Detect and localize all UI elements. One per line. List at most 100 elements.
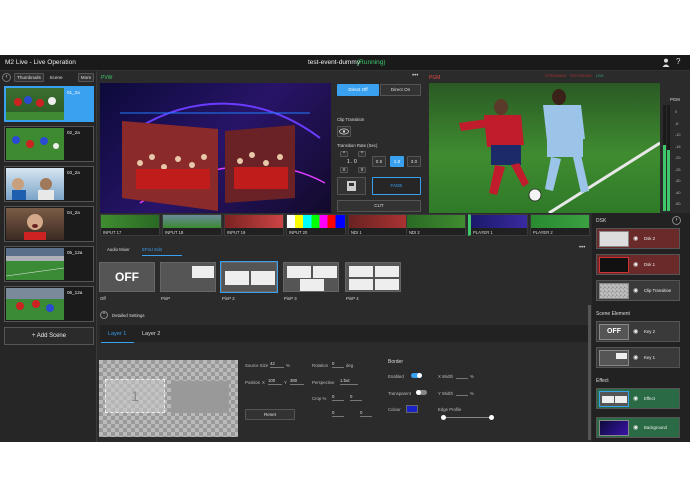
eye-icon[interactable]: ◉: [633, 287, 638, 294]
rate-down-1[interactable]: v: [340, 167, 348, 173]
user-icon[interactable]: [662, 58, 670, 67]
effect-item-background[interactable]: ◉ Background: [596, 417, 680, 438]
scene-item[interactable]: 03_2a: [4, 166, 94, 202]
source-input-17[interactable]: INPUT 17: [100, 214, 160, 236]
pattern-pinp-4[interactable]: [345, 262, 401, 292]
rotation-input[interactable]: 0: [332, 361, 344, 368]
pattern-pinp[interactable]: [160, 262, 216, 292]
direct-on-button[interactable]: Direct On: [380, 84, 421, 96]
rate-up-1[interactable]: ^: [340, 151, 348, 157]
collapse-detailed-icon[interactable]: ^: [100, 311, 108, 319]
direct-off-button[interactable]: Direct Off: [337, 84, 379, 96]
position-x-input[interactable]: 100: [268, 378, 282, 385]
scale-tick: 0: [675, 110, 678, 114]
position-y-input[interactable]: 380: [290, 378, 304, 385]
crop-input-3[interactable]: 0: [332, 410, 344, 417]
source-ndi-1[interactable]: NDI 1: [348, 214, 408, 236]
dsk-2-thumbnail: [599, 231, 629, 247]
colour-swatch[interactable]: [406, 405, 418, 413]
scene-item[interactable]: 01_2a: [4, 86, 94, 122]
scene-item[interactable]: 06_12a: [4, 286, 94, 322]
scene-name: 03_2a: [67, 170, 80, 175]
tab-layer-1[interactable]: Layer 1: [108, 331, 126, 337]
scale-tick: -6: [675, 121, 679, 126]
edge-profile-handle-right[interactable]: [489, 415, 494, 420]
dsk-title: DSK: [596, 218, 607, 224]
mixer-more-icon[interactable]: •••: [579, 245, 585, 251]
scale-tick: -50: [675, 202, 681, 206]
dsk-item-clip-transition[interactable]: ◉ Clip Transition: [596, 280, 680, 301]
rate-up-2[interactable]: ^: [358, 151, 366, 157]
eye-icon[interactable]: ◉: [633, 261, 638, 268]
eye-icon[interactable]: ◉: [633, 424, 638, 431]
transition-type-icon[interactable]: [337, 177, 366, 195]
source-label: INPUT 18: [165, 230, 184, 235]
tab-layer-2[interactable]: Layer 2: [142, 331, 160, 337]
eye-icon[interactable]: ◉: [633, 235, 638, 242]
tab-epou-edit[interactable]: EPoU Edit: [142, 247, 162, 252]
add-scene-button[interactable]: + Add Scene: [4, 327, 94, 345]
source-player-1[interactable]: PLAYER 1: [468, 214, 528, 236]
source-input-20[interactable]: INPUT 20: [286, 214, 346, 236]
source-input-19[interactable]: INPUT 19: [224, 214, 284, 236]
help-icon[interactable]: ?: [676, 57, 680, 66]
crop-input-2[interactable]: 0: [350, 394, 362, 401]
eye-icon[interactable]: ◉: [633, 328, 638, 335]
scene-item[interactable]: 04_2a: [4, 206, 94, 242]
x-width-input[interactable]: [456, 372, 468, 379]
dsk-item-dsk-2[interactable]: ◉ Dsk 2: [596, 228, 680, 249]
transparent-toggle[interactable]: [416, 390, 427, 395]
rate-down-2[interactable]: v: [358, 167, 366, 173]
source-player-2[interactable]: PLAYER 2: [530, 214, 590, 236]
source-ndi-2[interactable]: NDI 2: [406, 214, 466, 236]
tab-audio-mixer[interactable]: Audio Mixer: [107, 247, 130, 252]
dsk-expand-icon[interactable]: ›: [672, 216, 681, 225]
reset-button[interactable]: Reset: [245, 409, 295, 420]
pattern-off[interactable]: OFF: [99, 262, 155, 292]
pattern-pinp-2[interactable]: [220, 261, 278, 293]
scene-item[interactable]: 05_12a: [4, 246, 94, 282]
scene-element-key-2[interactable]: OFF ◉ Key 2: [596, 321, 680, 342]
layer-2-box[interactable]: [171, 381, 229, 413]
scene-element-key-1[interactable]: ◉ Key 1: [596, 347, 680, 368]
source-size-label: Source Size: [245, 363, 269, 368]
eye-icon[interactable]: [337, 126, 351, 137]
effect-item-effect[interactable]: ◉ Effect: [596, 388, 680, 409]
pattern-label: PinP 2: [222, 296, 235, 301]
tab-scene[interactable]: Scene: [46, 73, 66, 82]
eye-icon[interactable]: ◉: [633, 354, 638, 361]
rate-preset-0[interactable]: 0.5: [372, 156, 386, 167]
fade-button[interactable]: FADE: [372, 177, 421, 195]
scene-element-label: Key 1: [644, 355, 655, 360]
eye-icon[interactable]: ◉: [633, 395, 638, 402]
rotation-label: Rotation: [312, 363, 329, 368]
enabled-toggle[interactable]: [411, 373, 422, 378]
edge-profile-label: Edge Profile: [438, 407, 462, 412]
source-input-18[interactable]: INPUT 18: [162, 214, 222, 236]
perspective-select[interactable]: 1.but: [340, 378, 358, 385]
collapse-panel-icon[interactable]: ‹: [2, 73, 11, 82]
mixer-scrollbar[interactable]: [588, 305, 591, 440]
crop-input-1[interactable]: 0: [332, 394, 344, 401]
layer-1-box[interactable]: 1: [105, 379, 165, 413]
edge-profile-handle-left[interactable]: [441, 415, 446, 420]
edge-profile-slider[interactable]: [444, 417, 492, 418]
layer-tabs: [100, 325, 590, 342]
pattern-pinp-3[interactable]: [283, 262, 339, 292]
source-size-input[interactable]: 42: [270, 361, 284, 368]
cut-button[interactable]: CUT: [337, 200, 421, 212]
y-width-input[interactable]: [456, 389, 468, 396]
rate-preset-2[interactable]: 3.0: [407, 156, 421, 167]
scene-item[interactable]: 02_2a: [4, 126, 94, 162]
crop-label: Crop %: [312, 396, 327, 401]
pattern-label: PinP: [161, 296, 171, 301]
preview-more-icon[interactable]: •••: [412, 73, 418, 79]
scale-tick: -30: [675, 179, 681, 183]
tab-more[interactable]: More: [78, 73, 94, 82]
key-2-thumbnail: OFF: [599, 324, 629, 340]
rate-preset-1[interactable]: 1.0: [390, 156, 404, 167]
crop-input-4[interactable]: 0: [360, 410, 372, 417]
dsk-item-label: Dsk 1: [644, 262, 655, 267]
tab-thumbnails[interactable]: Thumbnails: [14, 73, 44, 82]
dsk-item-dsk-1[interactable]: ◉ Dsk 1: [596, 254, 680, 275]
